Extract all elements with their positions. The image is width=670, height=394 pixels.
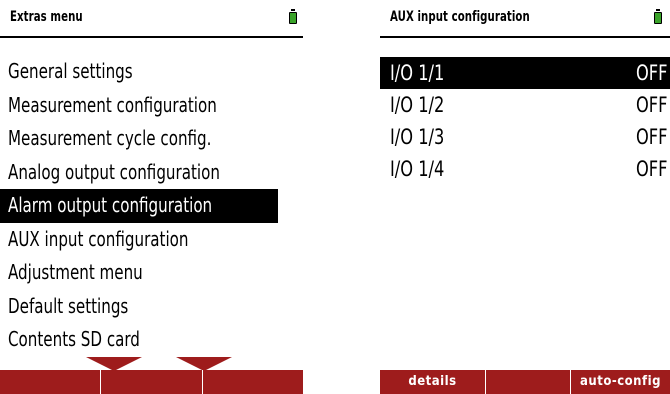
menu-item-contents-sd-card[interactable]: Contents SD card [0,323,303,357]
menu-item-adjustment-menu[interactable]: Adjustment menu [0,256,303,290]
scroll-down-arrow-icon [86,357,142,371]
battery-icon [654,9,662,24]
menu-item-alarm-output-configuration[interactable]: Alarm output configuration [0,189,278,223]
io-row-1-3[interactable]: I/O 1/3 OFF [380,121,670,153]
io-value: OFF [636,93,668,117]
softkey-2[interactable] [101,370,203,394]
io-row-1-4[interactable]: I/O 1/4 OFF [380,153,670,185]
extras-menu-screen: Extras menu General settings Measurement… [0,0,303,394]
extras-menu-list: General settings Measurement configurati… [0,55,303,357]
softkey-2[interactable] [486,370,571,394]
auto-config-softkey[interactable]: auto-config [571,370,670,394]
details-softkey[interactable]: details [380,370,486,394]
menu-item-default-settings[interactable]: Default settings [0,290,303,324]
screen-title: Extras menu [10,9,83,25]
softkey-bar [0,370,303,394]
scroll-down-arrow-icon [176,357,232,371]
softkey-3[interactable] [203,370,303,394]
screen-title: AUX input configuration [390,9,530,25]
menu-item-general-settings[interactable]: General settings [0,55,303,89]
battery-icon [289,9,297,24]
softkey-1[interactable] [0,370,102,394]
menu-item-analog-output-configuration[interactable]: Analog output configuration [0,156,303,190]
io-name: I/O 1/3 [390,125,445,149]
io-row-1-1[interactable]: I/O 1/1 OFF [380,57,670,89]
io-value: OFF [636,61,668,85]
title-bar: AUX input configuration [380,0,670,38]
io-value: OFF [636,157,668,181]
menu-item-aux-input-configuration[interactable]: AUX input configuration [0,223,303,257]
io-row-1-2[interactable]: I/O 1/2 OFF [380,89,670,121]
aux-input-configuration-screen: AUX input configuration I/O 1/1 OFF I/O … [380,0,670,394]
io-name: I/O 1/2 [390,93,445,117]
io-name: I/O 1/4 [390,157,445,181]
softkey-bar: details auto-config [380,370,670,394]
io-name: I/O 1/1 [390,61,445,85]
title-bar: Extras menu [0,0,303,38]
menu-item-measurement-cycle-config[interactable]: Measurement cycle config. [0,122,303,156]
menu-item-measurement-configuration[interactable]: Measurement configuration [0,89,303,123]
io-list: I/O 1/1 OFF I/O 1/2 OFF I/O 1/3 OFF I/O … [380,57,670,185]
io-value: OFF [636,125,668,149]
